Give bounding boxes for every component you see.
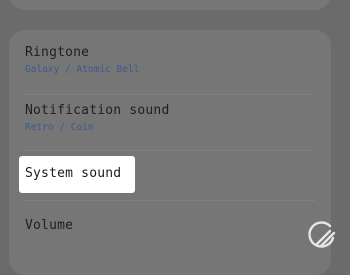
system-sound-title: System sound bbox=[25, 166, 122, 181]
divider bbox=[25, 94, 315, 95]
settings-item-notification-sound[interactable]: Notification sound Retro / Coin bbox=[9, 97, 331, 151]
sound-settings-card: Ringtone Galaxy / Atomic Bell Notificati… bbox=[9, 30, 331, 275]
divider bbox=[25, 150, 315, 151]
ringtone-value: Galaxy / Atomic Bell bbox=[25, 64, 140, 75]
volume-title: Volume bbox=[25, 218, 74, 233]
notification-sound-title: Notification sound bbox=[25, 103, 170, 118]
settings-item-system-sound[interactable]: System sound bbox=[19, 156, 135, 193]
settings-item-volume[interactable]: Volume bbox=[9, 210, 331, 250]
settings-item-ringtone[interactable]: Ringtone Galaxy / Atomic Bell bbox=[9, 38, 331, 95]
ringtone-title: Ringtone bbox=[25, 45, 90, 60]
divider bbox=[25, 200, 315, 201]
previous-settings-card bbox=[9, 0, 331, 10]
notification-sound-value: Retro / Coin bbox=[25, 122, 94, 133]
brand-logo-icon bbox=[308, 221, 336, 248]
